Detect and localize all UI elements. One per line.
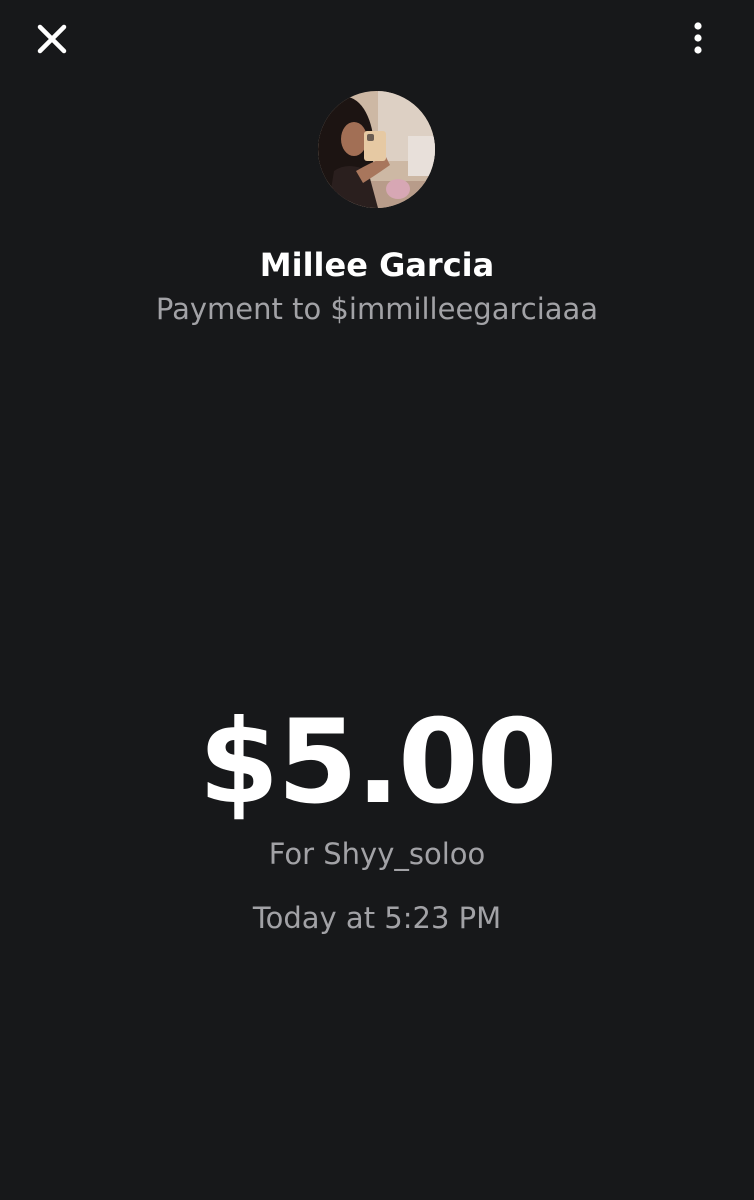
payment-timestamp: Today at 5:23 PM [252,901,502,935]
avatar[interactable] [318,91,435,208]
close-icon [37,24,67,58]
payment-recipient-handle: Payment to $immilleegarciaaa [155,292,599,326]
payment-amount: $5.00 [198,695,558,830]
more-options-button[interactable] [676,16,720,64]
payment-note: For Shyy_soloo [268,837,486,871]
recipient-name: Millee Garcia [259,246,495,284]
close-button[interactable] [26,20,78,62]
more-vertical-icon [693,22,703,58]
